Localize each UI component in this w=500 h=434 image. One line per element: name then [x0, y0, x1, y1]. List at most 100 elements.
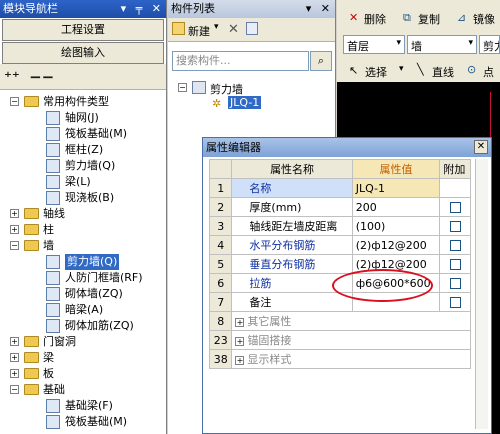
nav-tree-label: 筏板基础(M) — [65, 127, 128, 140]
property-row[interactable]: 4 水平分布钢筋 (2)ф12@200 — [208, 235, 471, 255]
nav-tree-item[interactable]: + 门窗洞 — [0, 334, 166, 350]
nav-tree-item[interactable]: 暗梁(A) — [0, 302, 166, 318]
header-name[interactable]: 属性名称 — [231, 159, 353, 179]
nav-tree-item[interactable]: 砌体加筋(ZQ) — [0, 318, 166, 334]
property-row-number: 38 — [208, 349, 233, 369]
extra-checkbox[interactable] — [450, 240, 462, 251]
delete-icon[interactable]: ✕ — [228, 22, 239, 37]
new-dropdown-icon[interactable]: ▾ — [214, 22, 219, 32]
property-value[interactable]: 200 — [351, 197, 441, 217]
extra-checkbox[interactable] — [450, 297, 462, 308]
expand-icon[interactable]: + — [10, 369, 19, 378]
nav-tree-item[interactable]: 筏板基础(M) — [0, 414, 166, 430]
nav-tree-item[interactable]: − 墙 — [0, 238, 166, 254]
expand-group-icon[interactable]: + — [235, 355, 245, 365]
extra-checkbox[interactable] — [450, 259, 462, 270]
line-tool-button[interactable]: 直线 — [432, 64, 454, 80]
property-value[interactable]: (100) — [351, 216, 441, 236]
nav-title-buttons[interactable]: ▾ ╤ ✕ — [121, 0, 164, 18]
nav-tree-item[interactable]: + 轴线 — [0, 206, 166, 222]
nav-tree-item[interactable]: 砌体墙(ZQ) — [0, 286, 166, 302]
nav-tree-item[interactable]: 梁(L) — [0, 174, 166, 190]
select-tool-button[interactable]: 选择 — [365, 64, 387, 80]
property-row-number: 5 — [208, 254, 233, 274]
expand-group-icon[interactable]: + — [235, 336, 245, 346]
property-row[interactable]: 23 + 锚固搭接 — [208, 330, 471, 350]
nav-title: 模块导航栏 — [3, 2, 58, 15]
nav-tree-item[interactable]: 人防门框墙(RF) — [0, 270, 166, 286]
extra-checkbox[interactable] — [450, 278, 462, 289]
nav-tree-item[interactable]: 轴网(J) — [0, 110, 166, 126]
select-dropdown-icon[interactable]: ▾ — [399, 64, 404, 74]
property-name: + 锚固搭接 — [231, 330, 471, 350]
property-row[interactable]: 38 + 显示样式 — [208, 349, 471, 369]
comp-root-label: 剪力墙 — [210, 83, 243, 96]
nav-tree-item[interactable]: + 梁 — [0, 350, 166, 366]
component-type-icon — [46, 399, 60, 413]
expand-icon[interactable]: + — [10, 353, 19, 362]
copy-icon[interactable] — [246, 22, 258, 35]
mirror-tool-button[interactable]: 镜像 — [473, 11, 495, 27]
drawing-input-button[interactable]: 绘图输入 — [2, 42, 164, 64]
collapse-all-icon[interactable]: −− — [29, 68, 54, 86]
property-table: 属性名称 属性值 附加 1 名称 JLQ-1 2 厚度(mm) 200 3 轴线距左墙皮距离 (… — [208, 159, 471, 369]
nav-titlebar: 模块导航栏 ▾ ╤ ✕ — [0, 0, 166, 18]
engineering-settings-button[interactable]: 工程设置 — [2, 19, 164, 41]
new-button[interactable]: 新建 — [188, 23, 210, 39]
property-row[interactable]: 5 垂直分布钢筋 (2)ф12@200 — [208, 254, 471, 274]
expand-icon[interactable]: + — [10, 225, 19, 234]
expand-icon[interactable]: + — [10, 209, 19, 218]
extra-checkbox[interactable] — [450, 202, 462, 213]
folder-icon — [24, 208, 39, 219]
nav-tree-label: 常用构件类型 — [43, 95, 109, 108]
search-icon[interactable]: ⌕ — [310, 51, 332, 71]
property-row[interactable]: 7 备注 — [208, 292, 471, 312]
nav-tree-item[interactable]: + 板 — [0, 366, 166, 382]
component-type-icon — [46, 415, 60, 429]
copy-tool-button[interactable]: 复制 — [418, 11, 440, 27]
extra-checkbox[interactable] — [450, 221, 462, 232]
nav-tree-item[interactable]: 框柱(Z) — [0, 142, 166, 158]
expand-group-icon[interactable]: + — [235, 317, 245, 327]
property-value[interactable]: (2)ф12@200 — [351, 235, 441, 255]
nav-tree-label: 墙 — [43, 239, 54, 252]
prop-scrollbar[interactable] — [475, 159, 488, 429]
nav-tree-item[interactable]: 剪力墙(Q) — [0, 254, 166, 270]
type-select[interactable]: 墙 ▾ — [407, 35, 477, 54]
component-type-icon — [46, 319, 60, 333]
header-value[interactable]: 属性值 — [351, 159, 441, 179]
property-row[interactable]: 3 轴线距左墙皮距离 (100) — [208, 216, 471, 236]
floor-select[interactable]: 首层 ▾ — [343, 35, 405, 54]
collapse-icon[interactable]: − — [10, 241, 19, 250]
nav-tree-item[interactable]: 现浇板(B) — [0, 190, 166, 206]
property-value[interactable]: JLQ-1 — [351, 178, 441, 198]
nav-tree-item[interactable]: 基础梁(F) — [0, 398, 166, 414]
nav-tree-item[interactable]: − 常用构件类型 — [0, 94, 166, 110]
nav-tree-label: 板 — [43, 367, 54, 380]
point-tool-button[interactable]: 点 — [483, 64, 494, 80]
collapse-icon[interactable]: − — [10, 385, 19, 394]
component-search-input[interactable]: 搜索构件... — [172, 51, 309, 71]
comp-title-buttons[interactable]: ▾ ✕ — [306, 0, 333, 18]
property-row[interactable]: 8 + 其它属性 — [208, 311, 471, 331]
property-row[interactable]: 1 名称 JLQ-1 — [208, 178, 471, 198]
nav-tree-item[interactable]: 剪力墙(Q) — [0, 158, 166, 174]
property-name-label: 名称 — [249, 182, 272, 195]
nav-tree-item[interactable]: 筏板基础(M) — [0, 126, 166, 142]
nav-tree-label: 轴网(J) — [65, 111, 99, 124]
folder-icon — [24, 224, 39, 235]
property-row[interactable]: 2 厚度(mm) 200 — [208, 197, 471, 217]
nav-tree-item[interactable]: − 基础 — [0, 382, 166, 398]
component-type-icon — [46, 159, 60, 173]
delete-tool-button[interactable]: 删除 — [364, 11, 386, 27]
comp-root-collapse-icon[interactable]: − — [178, 83, 187, 92]
property-group-label: 锚固搭接 — [247, 334, 292, 347]
nav-tree-label: 筏板基础(M) — [65, 415, 128, 428]
close-icon[interactable]: ✕ — [474, 140, 488, 154]
nav-tree-item[interactable]: + 柱 — [0, 222, 166, 238]
expand-all-icon[interactable]: ⁺⁺ — [4, 68, 20, 86]
header-extra[interactable]: 附加 — [439, 159, 471, 179]
subtype-select[interactable]: 剪力 — [479, 35, 500, 54]
expand-icon[interactable]: + — [10, 337, 19, 346]
collapse-icon[interactable]: − — [10, 97, 19, 106]
